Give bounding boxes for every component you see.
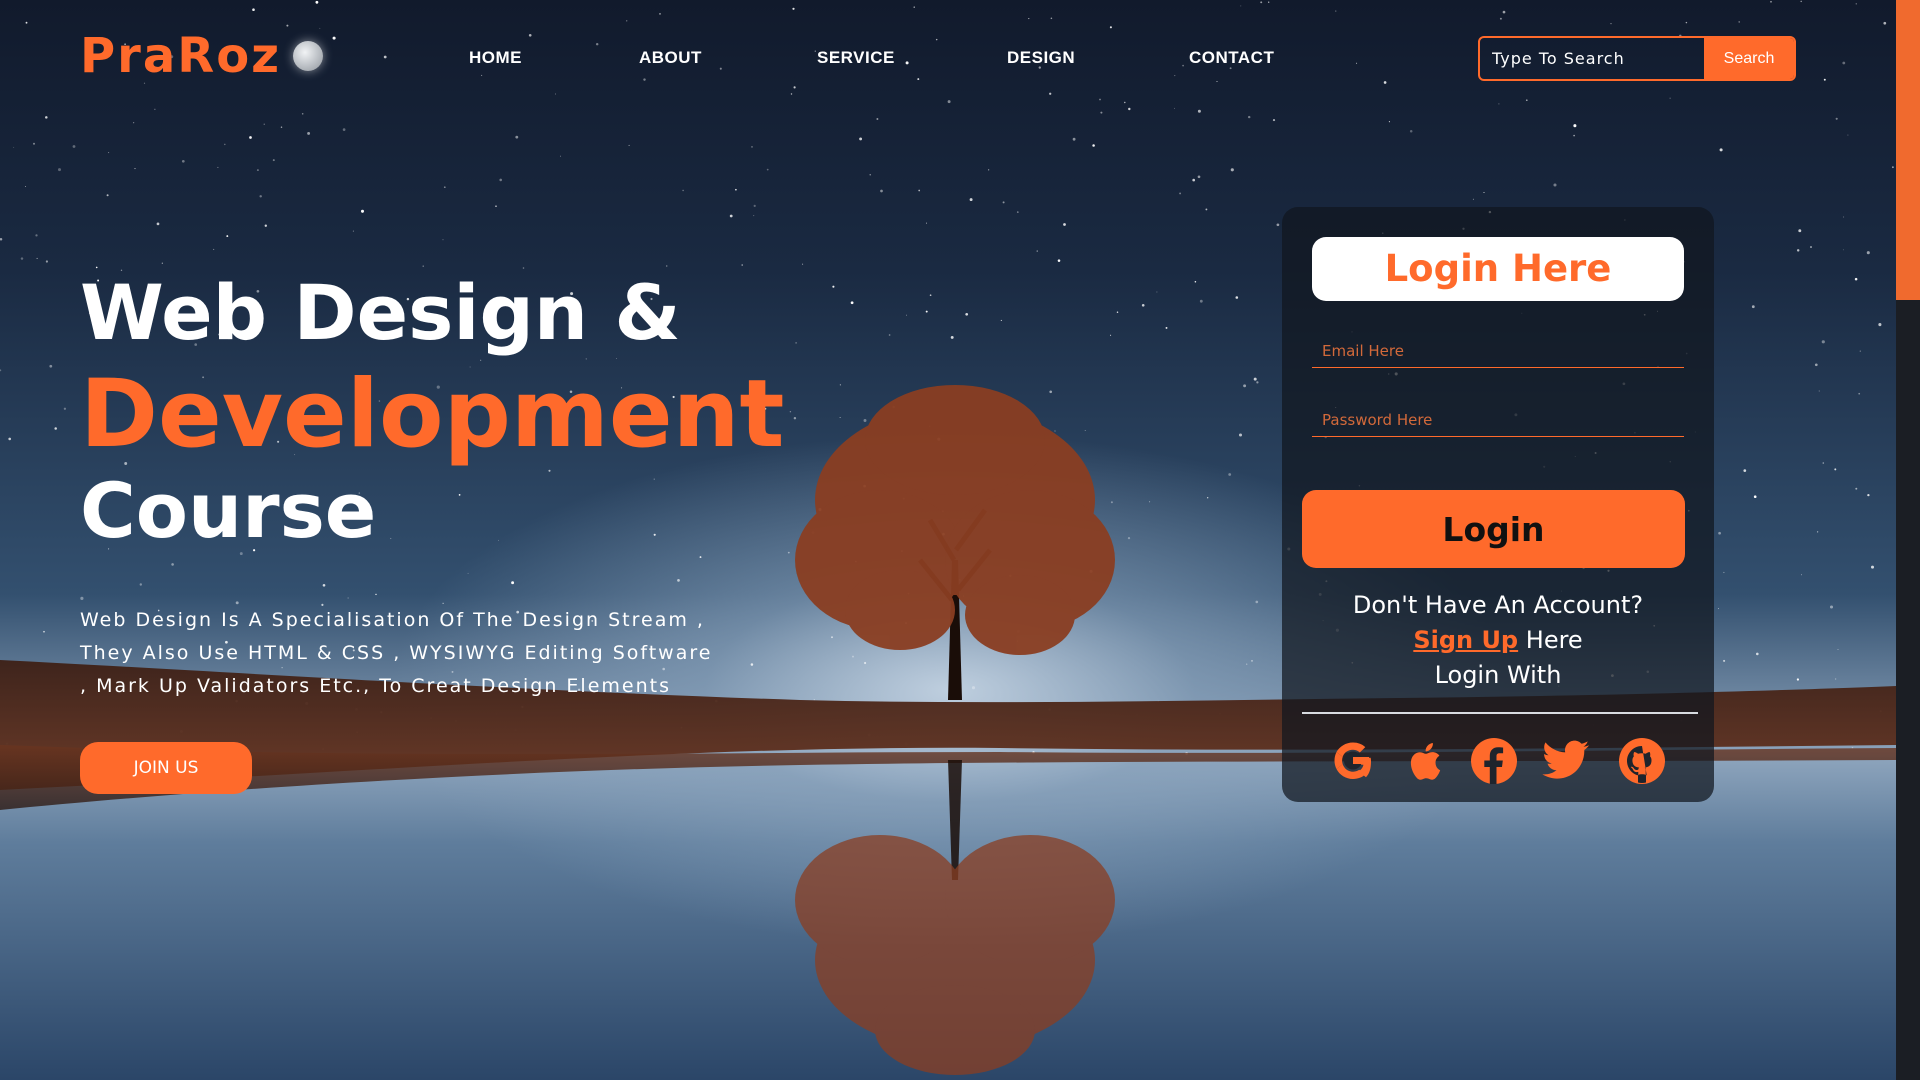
brand-name: PraRoz <box>80 28 282 84</box>
email-field[interactable] <box>1312 334 1684 368</box>
password-field[interactable] <box>1312 403 1684 437</box>
facebook-icon <box>1471 738 1517 784</box>
twitter-icon <box>1542 740 1589 779</box>
github-icon <box>1619 738 1665 784</box>
join-us-button[interactable]: JOIN US <box>80 742 252 794</box>
search-button[interactable]: Search <box>1704 38 1794 79</box>
moon-icon <box>293 41 324 71</box>
github-login-button[interactable] <box>1616 735 1668 787</box>
login-title: Login Here <box>1312 237 1684 301</box>
login-button[interactable]: Login <box>1302 490 1685 568</box>
signup-line: Sign Up Here <box>1282 626 1714 654</box>
apple-icon <box>1410 743 1441 780</box>
login-card: Login Here Login Don't Have An Account? … <box>1282 207 1714 802</box>
hero-title-line-2: Development <box>80 360 785 469</box>
search-input[interactable] <box>1480 38 1704 79</box>
hero-description: Web Design Is A Specialisation Of The De… <box>80 609 713 697</box>
nav-contact[interactable]: CONTACT <box>1189 48 1274 68</box>
hero-title-line-3: Course <box>80 466 377 555</box>
login-with-text: Login With <box>1434 661 1562 689</box>
signup-suffix: Here <box>1525 626 1583 654</box>
apple-login-button[interactable] <box>1397 735 1449 787</box>
nav-design[interactable]: DESIGN <box>1007 48 1075 68</box>
divider <box>1302 712 1698 714</box>
google-login-button[interactable] <box>1327 735 1379 787</box>
page-scrollbar[interactable] <box>1896 0 1920 1080</box>
scrollbar-thumb[interactable] <box>1896 0 1920 300</box>
google-icon <box>1334 742 1371 779</box>
signup-link[interactable]: Sign Up <box>1413 626 1518 654</box>
search-bar: Search <box>1478 36 1796 81</box>
hero-title-line-1: Web Design & <box>80 268 681 357</box>
nav-about[interactable]: ABOUT <box>639 48 702 68</box>
nav-home[interactable]: HOME <box>469 48 522 68</box>
twitter-login-button[interactable] <box>1540 735 1592 787</box>
facebook-login-button[interactable] <box>1468 735 1520 787</box>
nav-service[interactable]: SERVICE <box>817 48 895 68</box>
no-account-text: Don't Have An Account? <box>1352 591 1644 619</box>
brand-logo[interactable]: PraRoz <box>80 28 324 84</box>
